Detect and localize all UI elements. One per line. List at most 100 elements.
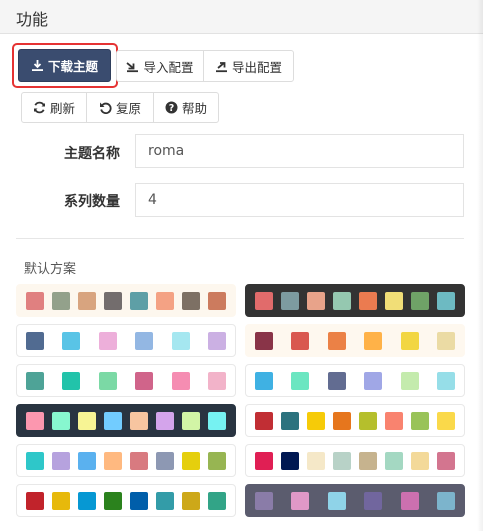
color-swatch: [171, 371, 190, 390]
color-swatch: [26, 371, 44, 390]
color-swatch: [156, 491, 174, 510]
color-swatch: [208, 291, 226, 310]
color-swatch: [135, 371, 154, 390]
color-swatch: [255, 491, 273, 510]
color-swatch: [327, 491, 346, 510]
color-swatch: [104, 451, 122, 470]
color-swatch: [52, 451, 70, 470]
panel-header: 功能: [0, 0, 483, 34]
export-icon: [215, 60, 228, 73]
color-swatch: [255, 371, 273, 390]
color-scheme-option[interactable]: [245, 324, 465, 357]
color-swatch: [26, 291, 44, 310]
color-swatch: [385, 291, 403, 310]
default-schemes-title: 默认方案: [24, 262, 77, 277]
help-button[interactable]: ? 帮助: [153, 92, 219, 123]
color-swatch: [78, 411, 96, 430]
color-swatch: [291, 331, 310, 350]
panel-title: 功能: [16, 10, 49, 29]
color-swatch: [255, 331, 273, 350]
color-scheme-option[interactable]: [16, 324, 236, 357]
restore-label: 复原: [115, 101, 141, 116]
color-swatch: [364, 371, 383, 390]
color-scheme-option[interactable]: [245, 364, 465, 397]
color-swatch: [130, 291, 148, 310]
export-config-button[interactable]: 导出配置: [203, 50, 294, 82]
color-swatch: [333, 291, 351, 310]
color-swatch: [52, 491, 70, 510]
question-circle-icon: ?: [165, 101, 178, 114]
color-swatch: [255, 291, 273, 310]
color-swatch: [436, 371, 455, 390]
color-scheme-option[interactable]: [16, 364, 236, 397]
color-swatch: [156, 411, 174, 430]
import-icon: [126, 60, 139, 73]
color-swatch: [182, 491, 200, 510]
color-scheme-option[interactable]: [245, 284, 465, 317]
color-swatch: [411, 451, 429, 470]
refresh-icon: [33, 101, 46, 114]
color-scheme-option[interactable]: [16, 404, 236, 437]
theme-name-label: 主题名称: [64, 146, 120, 162]
color-swatch: [291, 491, 310, 510]
color-swatch: [62, 331, 81, 350]
color-swatch: [364, 331, 383, 350]
color-swatch: [26, 491, 44, 510]
color-scheme-option[interactable]: [16, 284, 236, 317]
color-swatch: [104, 291, 122, 310]
restore-button[interactable]: 复原: [86, 92, 154, 123]
color-swatch: [411, 411, 429, 430]
color-swatch: [182, 451, 200, 470]
color-swatch: [291, 371, 310, 390]
color-swatch: [385, 451, 403, 470]
color-swatch: [333, 451, 351, 470]
color-swatch: [208, 451, 226, 470]
color-swatch: [182, 411, 200, 430]
color-swatch: [78, 491, 96, 510]
color-swatch: [400, 331, 419, 350]
selection-highlight: [12, 43, 118, 88]
color-swatch: [78, 291, 96, 310]
refresh-button[interactable]: 刷新: [21, 92, 87, 123]
export-config-label: 导出配置: [231, 59, 282, 75]
color-swatch: [400, 371, 419, 390]
color-swatch: [281, 411, 299, 430]
svg-text:?: ?: [169, 103, 175, 114]
color-swatch: [385, 411, 403, 430]
color-scheme-option[interactable]: [245, 484, 465, 517]
color-swatch: [437, 291, 455, 310]
color-scheme-option[interactable]: [245, 444, 465, 477]
color-swatch: [62, 371, 81, 390]
color-swatch: [26, 451, 44, 470]
section-divider: [16, 238, 464, 239]
color-swatch: [26, 331, 44, 350]
color-swatch: [327, 371, 346, 390]
color-scheme-option[interactable]: [16, 484, 236, 517]
color-scheme-option[interactable]: [245, 404, 465, 437]
color-swatch: [208, 491, 226, 510]
color-swatch: [436, 491, 455, 510]
color-swatch: [281, 291, 299, 310]
undo-icon: [99, 101, 112, 114]
color-swatch: [364, 491, 383, 510]
color-scheme-option[interactable]: [16, 444, 236, 477]
color-swatch: [400, 491, 419, 510]
color-swatch: [135, 331, 154, 350]
color-swatch: [255, 451, 273, 470]
series-count-label: 系列数量: [64, 194, 120, 210]
color-swatch: [156, 451, 174, 470]
color-swatch: [98, 371, 117, 390]
import-config-label: 导入配置: [143, 59, 194, 75]
color-swatch: [437, 451, 455, 470]
color-swatch: [307, 291, 325, 310]
color-swatch: [359, 451, 377, 470]
color-swatch: [156, 291, 174, 310]
theme-name-input[interactable]: [135, 134, 464, 168]
series-count-input[interactable]: [135, 183, 464, 217]
color-swatch: [436, 331, 455, 350]
color-swatch: [255, 411, 273, 430]
import-config-button[interactable]: 导入配置: [116, 50, 204, 82]
color-swatch: [327, 331, 346, 350]
panel-edge-shadow: [477, 0, 483, 531]
color-swatch: [359, 291, 377, 310]
